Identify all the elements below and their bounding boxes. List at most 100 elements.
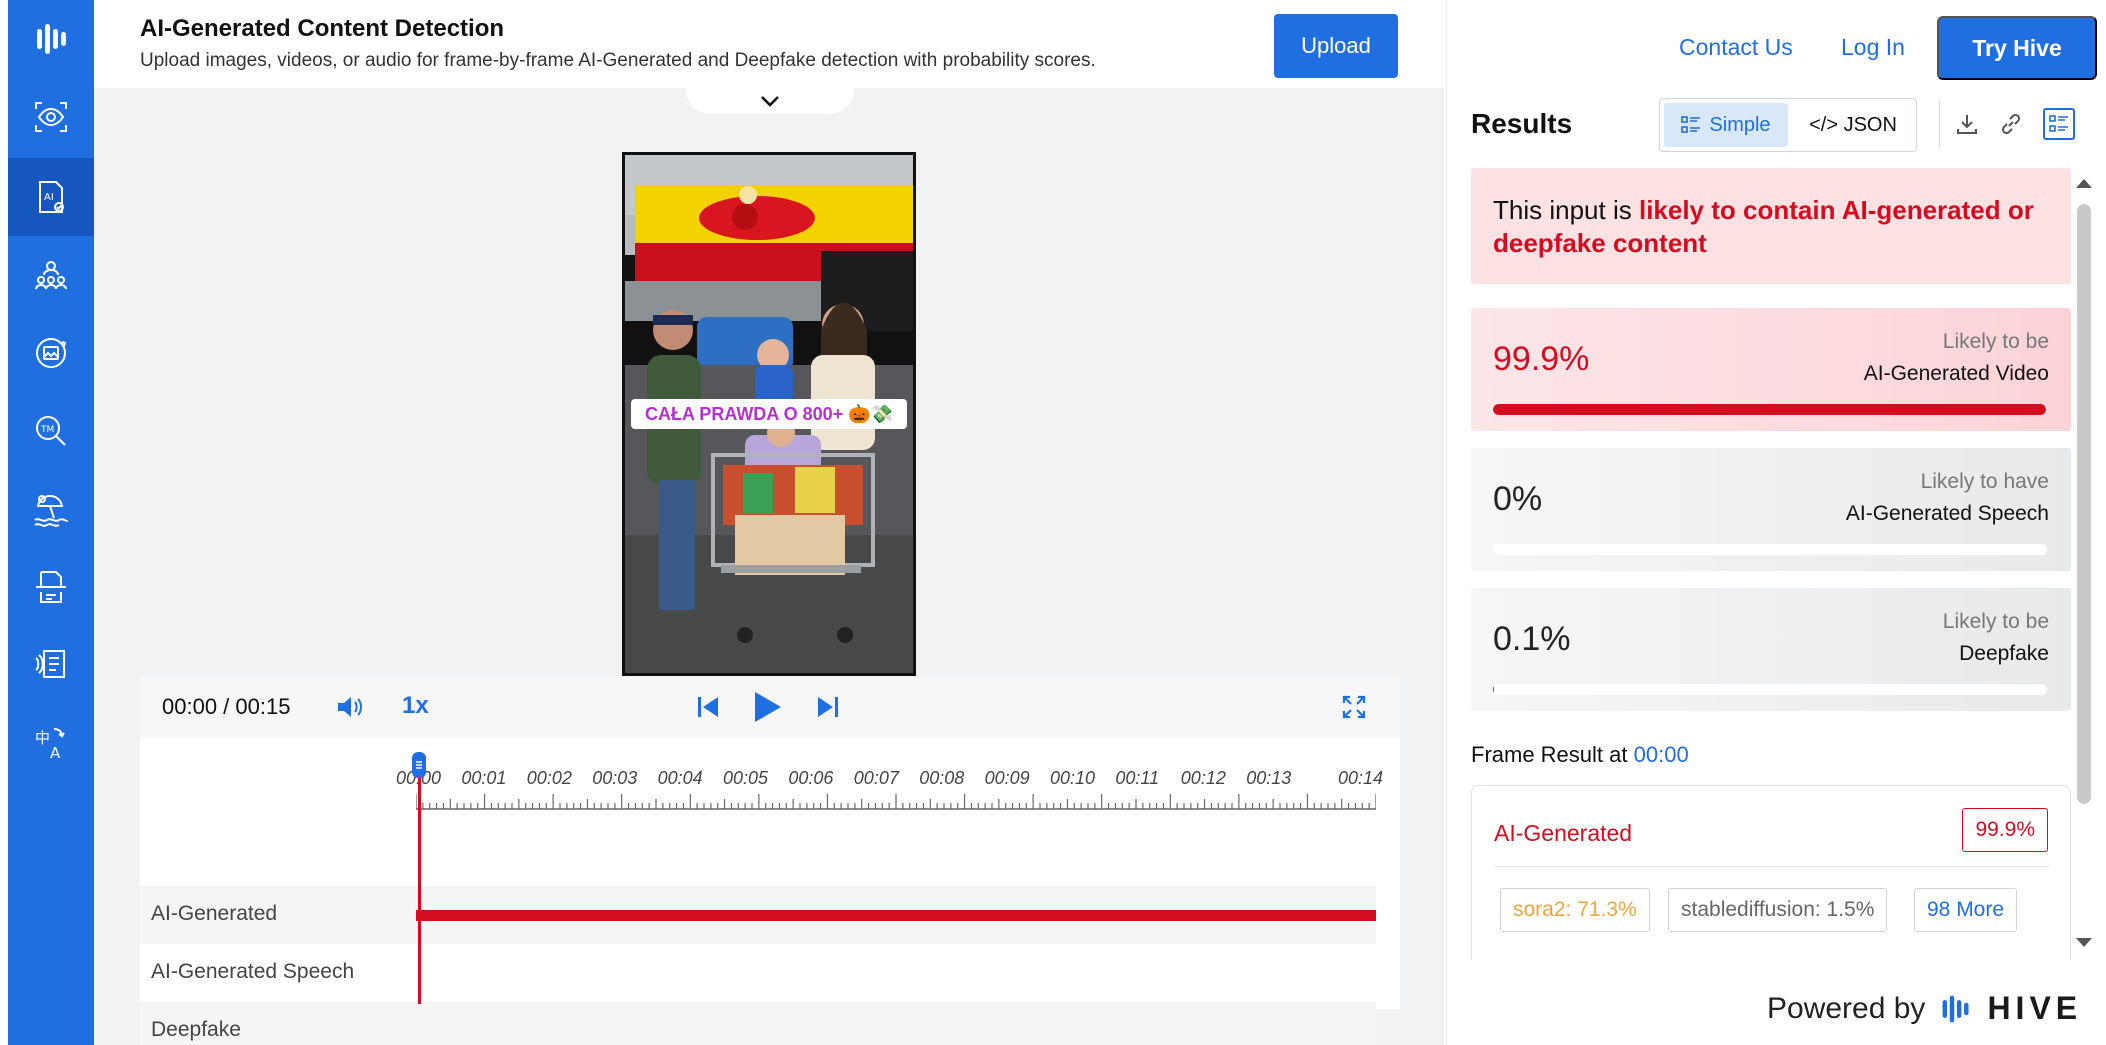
timeline-tick-label: 00:11 (1115, 768, 1160, 788)
play-button[interactable] (744, 688, 790, 726)
scroll-up-arrow-icon (2076, 179, 2092, 188)
score-card-deepfake: 0.1% Likely to be Deepfake (1471, 588, 2071, 711)
scroll-thumb[interactable] (2077, 204, 2091, 804)
results-panel: Contact Us Log In Try Hive Results Simpl… (1446, 0, 2106, 1045)
json-view-tab[interactable]: </> JSON (1792, 103, 1914, 147)
frame-divider (1494, 866, 2050, 867)
timeline-tick-label: 00:04 (657, 768, 703, 788)
sidebar-item-scene[interactable] (8, 470, 94, 548)
score-progress-track (1493, 684, 2047, 695)
svg-text:TM: TM (40, 425, 54, 435)
volume-button[interactable] (330, 688, 370, 726)
more-sources-button[interactable]: 98 More (1914, 888, 2018, 932)
source-chip-sora2: sora2: 71.3% (1500, 888, 1650, 932)
current-time: 00:00 (162, 694, 218, 719)
app-root: AI TM 中A AI-Generated Content Detection … (0, 0, 2106, 1045)
translate-icon: 中A (35, 728, 65, 762)
list-view-icon (1681, 116, 1701, 133)
score-category: AI-Generated Speech (1845, 502, 2049, 525)
frame-result-heading: Frame Result at 00:00 (1471, 742, 1689, 768)
player-controls: 00:00 / 00:15 1x (140, 676, 1400, 738)
powered-by-text: Powered by (1767, 991, 1926, 1025)
collapse-header-toggle[interactable] (686, 88, 854, 114)
hive-logo-icon (1943, 995, 1969, 1022)
timeline-tick-label: 00:01 (461, 768, 507, 788)
sidebar-item-image-refresh[interactable] (8, 314, 94, 392)
sidebar-item-trademark-search[interactable]: TM (8, 392, 94, 470)
log-in-link[interactable]: Log In (1841, 34, 1905, 61)
ai-document-icon: AI (39, 181, 64, 213)
track-label: AI-Generated (151, 902, 278, 925)
timeline[interactable]: 00:0000:0100:0200:0300:0400:0500:0600:07… (140, 738, 1400, 1045)
playback-speed-button[interactable]: 1x (402, 692, 429, 720)
track-row-ai-speech: AI-Generated Speech (140, 944, 1376, 1002)
score-progress-track (1493, 544, 2047, 555)
source-chip-stablediffusion: stablediffusion: 1.5% (1668, 888, 1888, 932)
drag-handle-icon (416, 761, 422, 769)
powered-by-footer: Powered by HIVE (1767, 990, 2082, 1027)
upload-button[interactable]: Upload (1274, 14, 1398, 78)
verdict-prefix: This input is (1493, 195, 1632, 225)
skip-back-button[interactable] (688, 688, 728, 726)
score-caption: Likely to be (1942, 610, 2049, 633)
time-readout: 00:00 / 00:15 (162, 694, 291, 719)
results-scrollbar[interactable] (2073, 176, 2095, 962)
score-category: AI-Generated Video (1863, 362, 2049, 385)
skip-forward-button[interactable] (808, 688, 848, 726)
timeline-tick-label: 00:12 (1180, 768, 1226, 788)
timeline-playhead[interactable] (412, 752, 426, 778)
details-view-button[interactable] (2043, 108, 2075, 140)
sidebar-item-visual-moderation[interactable] (8, 78, 94, 156)
svg-text:A: A (50, 744, 61, 762)
sidebar-item-document[interactable] (8, 548, 94, 626)
track-label: AI-Generated Speech (151, 960, 355, 983)
sidebar: AI TM 中A (8, 0, 94, 1045)
skip-previous-icon (698, 697, 718, 717)
svg-text:AI: AI (44, 192, 54, 203)
playhead-line (418, 778, 421, 1004)
sidebar-item-translate[interactable]: 中A (8, 704, 94, 782)
simple-view-label: Simple (1709, 113, 1771, 136)
details-list-icon (2049, 115, 2068, 132)
contact-us-link[interactable]: Contact Us (1679, 34, 1793, 61)
simple-view-tab[interactable]: Simple (1664, 103, 1788, 147)
score-value: 0% (1493, 480, 1543, 518)
results-title: Results (1471, 108, 1573, 139)
beach-umbrella-icon (34, 494, 68, 527)
hive-wordmark: HIVE (1987, 990, 2083, 1026)
trademark-search-icon: TM (36, 416, 66, 446)
score-category: Deepfake (1959, 642, 2049, 665)
ai-generated-detection-bar[interactable] (416, 910, 1376, 921)
score-card-ai-speech: 0% Likely to have AI-Generated Speech (1471, 448, 2071, 571)
video-preview[interactable]: CAŁA PRAWDA O 800+ 🎃💸 (622, 152, 916, 676)
toolbar-divider (1939, 100, 1940, 148)
frame-result-label: Frame Result at (1471, 742, 1628, 767)
timeline-tick-label: 00:09 (984, 768, 1030, 788)
fullscreen-button[interactable] (1334, 688, 1374, 726)
video-caption-text: CAŁA PRAWDA O 800+ 🎃💸 (644, 403, 894, 424)
track-row-deepfake: Deepfake (140, 1002, 1376, 1045)
sidebar-item-ai-detection[interactable]: AI (8, 158, 94, 236)
frame-result-time[interactable]: 00:00 (1634, 742, 1689, 767)
score-value: 0.1% (1493, 620, 1571, 658)
volume-icon (338, 697, 362, 717)
frame-result-card: AI-Generated 99.9% sora2: 71.3% stabledi… (1471, 785, 2071, 960)
copy-link-button[interactable] (1995, 108, 2027, 140)
sidebar-logo[interactable] (8, 0, 94, 78)
score-progress-fill (1493, 684, 1494, 695)
sidebar-item-people[interactable] (8, 236, 94, 314)
results-scroll-area[interactable]: This input is likely to contain AI-gener… (1471, 168, 2071, 960)
svg-text:中: 中 (35, 729, 50, 747)
sidebar-item-speech[interactable] (8, 626, 94, 704)
video-caption-overlay: CAŁA PRAWDA O 800+ 🎃💸 (631, 399, 907, 429)
try-hive-button[interactable]: Try Hive (1937, 16, 2097, 80)
page-title: AI-Generated Content Detection (140, 15, 505, 42)
timeline-ruler (416, 794, 1376, 810)
link-icon (2001, 113, 2021, 135)
download-button[interactable] (1951, 108, 1983, 140)
fullscreen-icon (1342, 695, 1366, 719)
timeline-tick-label: 00:02 (526, 768, 572, 788)
timeline-tick-label: 00:05 (723, 768, 769, 788)
score-value: 99.9% (1493, 340, 1590, 378)
duration: 00:15 (235, 694, 291, 719)
